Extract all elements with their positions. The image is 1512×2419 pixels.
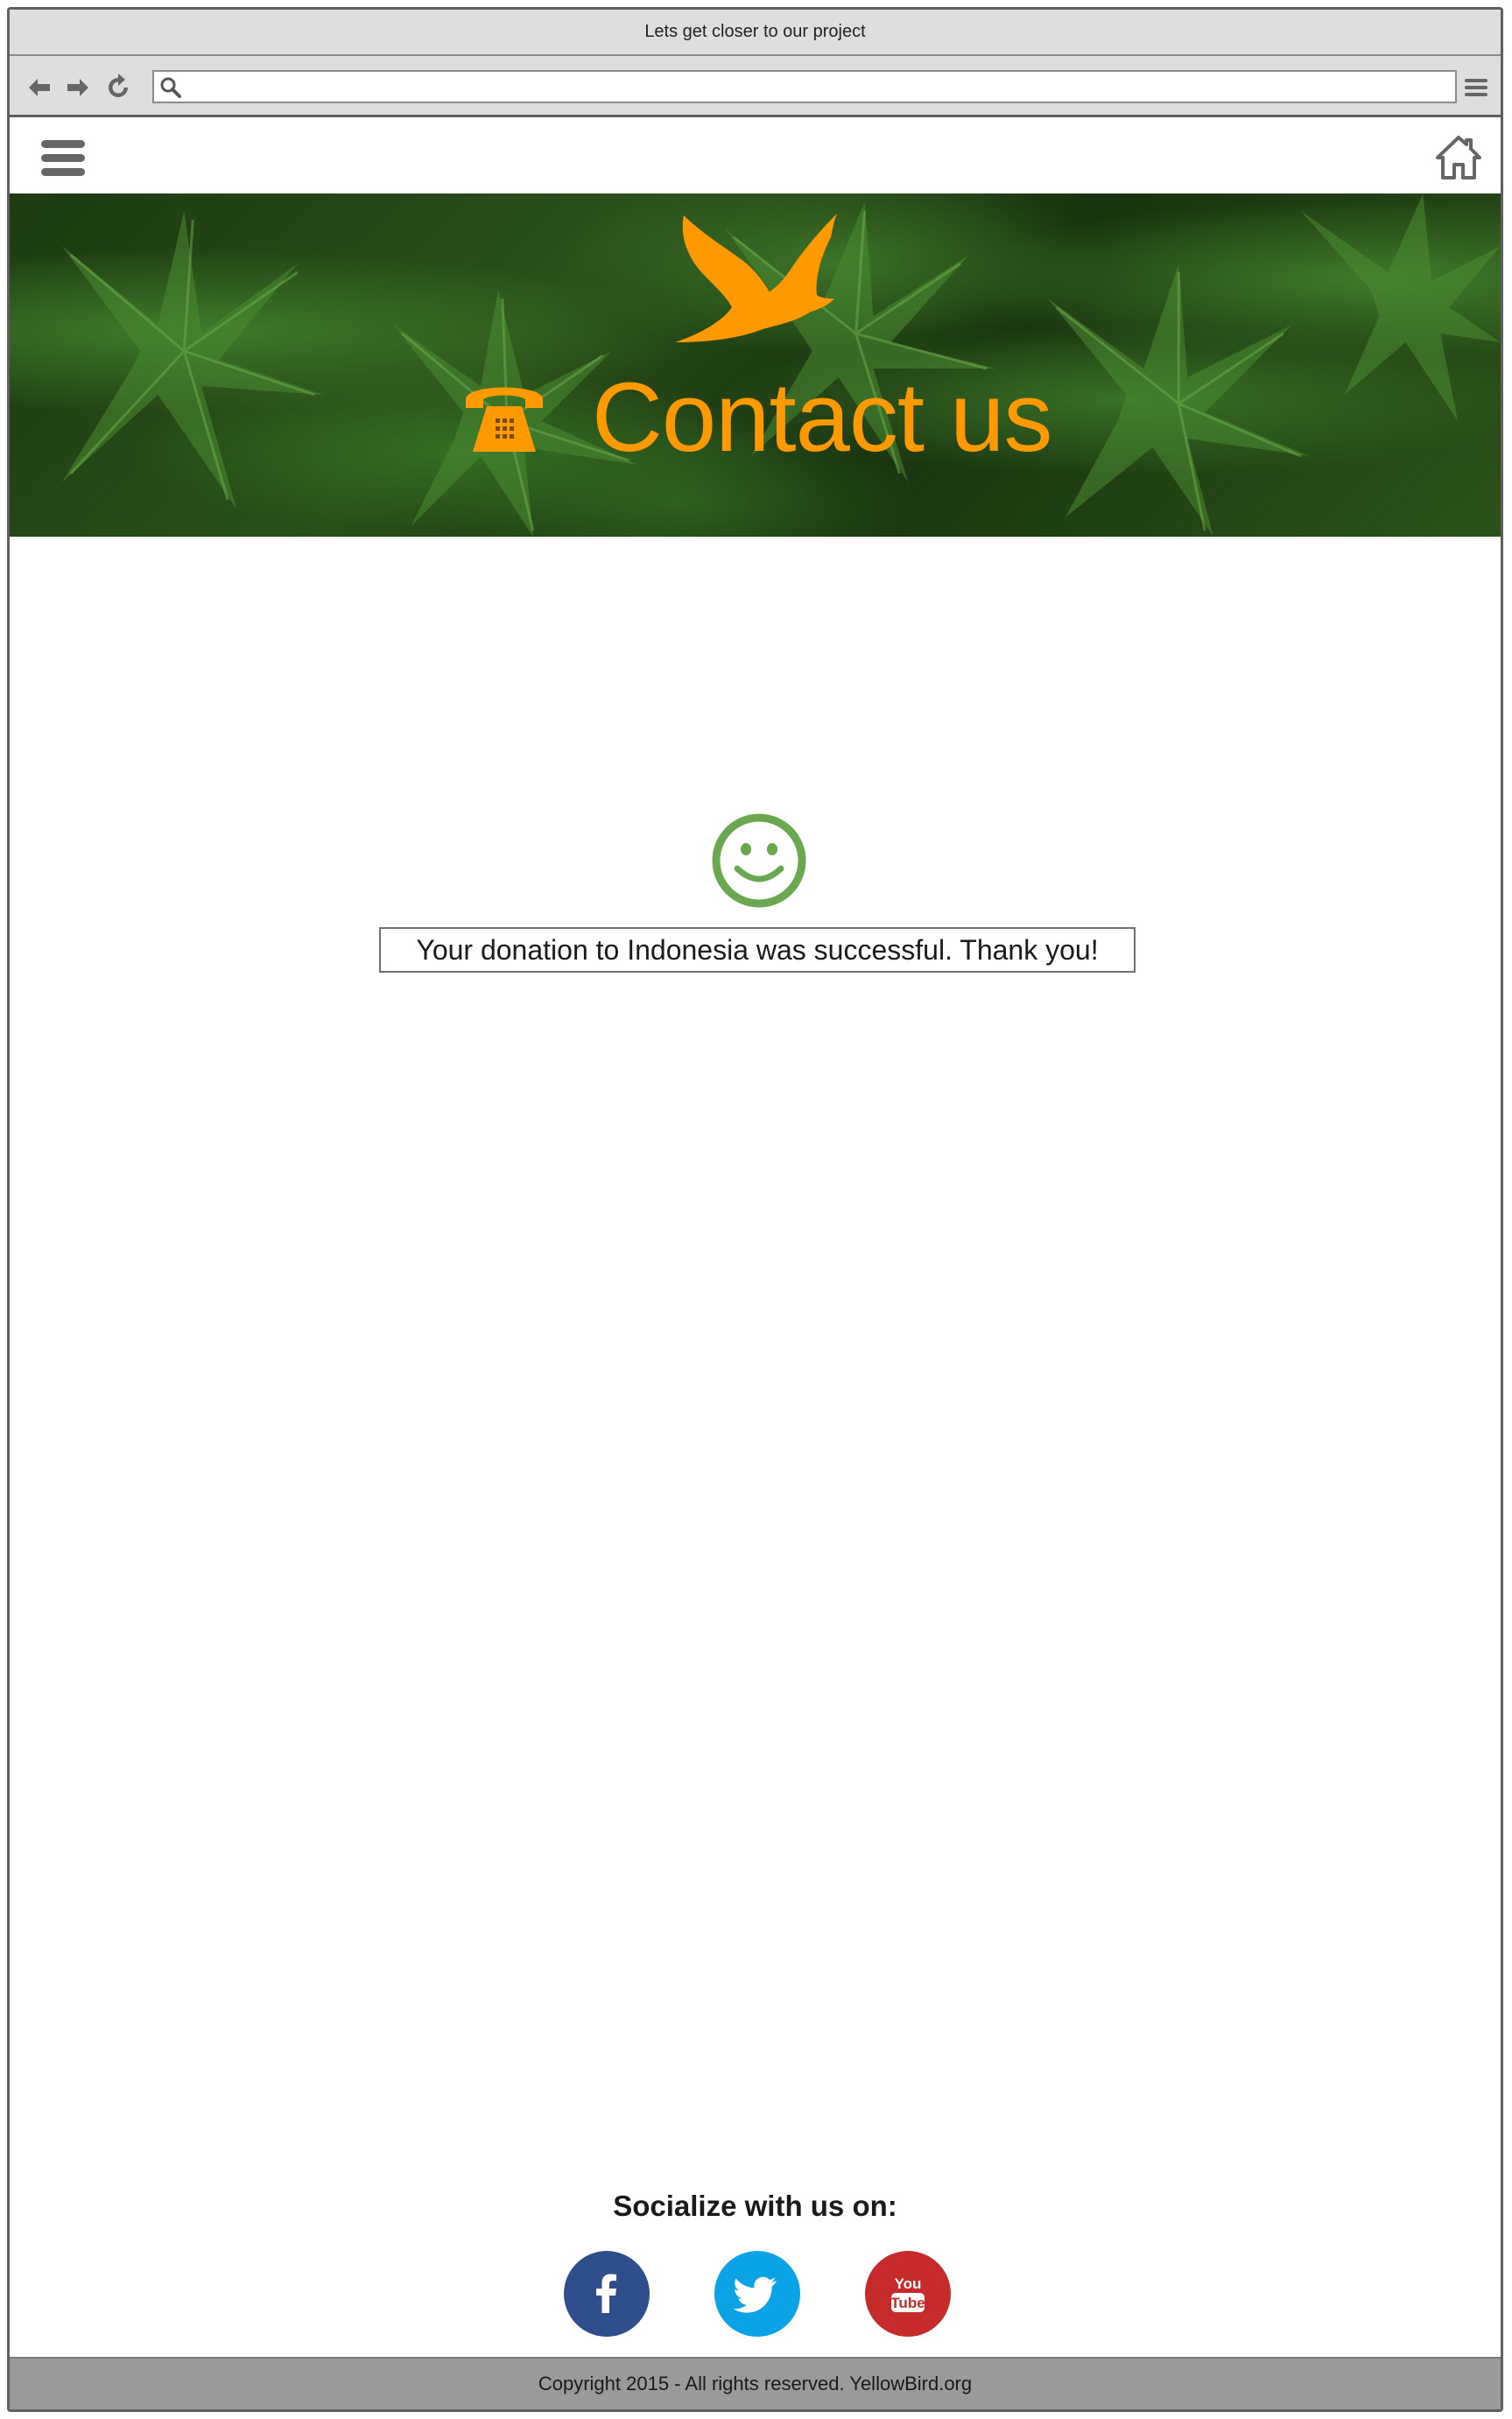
- twitter-button[interactable]: [714, 2251, 800, 2337]
- social-heading: Socialize with us on:: [613, 2190, 897, 2222]
- bird-logo-icon: [675, 214, 837, 342]
- twitter-icon: [733, 2276, 777, 2313]
- back-arrow-icon[interactable]: [24, 72, 55, 103]
- address-bar[interactable]: [152, 70, 1457, 103]
- youtube-glyph-bottom: Tube: [890, 2295, 925, 2311]
- window-title: Lets get closer to our project: [644, 22, 866, 41]
- success-message: Your donation to Indonesia was successfu…: [379, 927, 1136, 973]
- youtube-glyph-top: You: [895, 2275, 922, 2292]
- youtube-icon: You Tube: [890, 2275, 925, 2312]
- hero-title-group: Contact us: [461, 362, 1052, 472]
- forward-arrow-icon[interactable]: [62, 72, 94, 103]
- hero-banner: Contact us: [10, 193, 1501, 537]
- home-icon[interactable]: [1434, 133, 1483, 182]
- hamburger-menu-icon[interactable]: [39, 135, 87, 182]
- address-input[interactable]: [189, 72, 1445, 103]
- refresh-icon[interactable]: [102, 72, 134, 103]
- footer: Copyright 2015 - All rights reserved. Ye…: [10, 2357, 1501, 2409]
- telephone-icon: [466, 387, 543, 452]
- browser-toolbar: [10, 56, 1501, 117]
- search-icon: [160, 77, 181, 98]
- browser-menu-icon[interactable]: [1460, 72, 1492, 103]
- facebook-icon: [596, 2274, 616, 2313]
- window-title-bar: Lets get closer to our project: [10, 10, 1501, 56]
- facebook-button[interactable]: [564, 2251, 650, 2337]
- app-header: [10, 117, 1501, 193]
- smiley-icon: [712, 813, 806, 908]
- browser-window: Lets get closer to our project Contact u…: [7, 7, 1503, 2412]
- success-message-text: Your donation to Indonesia was successfu…: [416, 933, 1099, 966]
- page-title: Contact us: [592, 362, 1052, 472]
- youtube-button[interactable]: You Tube: [865, 2251, 951, 2337]
- copyright-text: Copyright 2015 - All rights reserved. Ye…: [538, 2373, 973, 2394]
